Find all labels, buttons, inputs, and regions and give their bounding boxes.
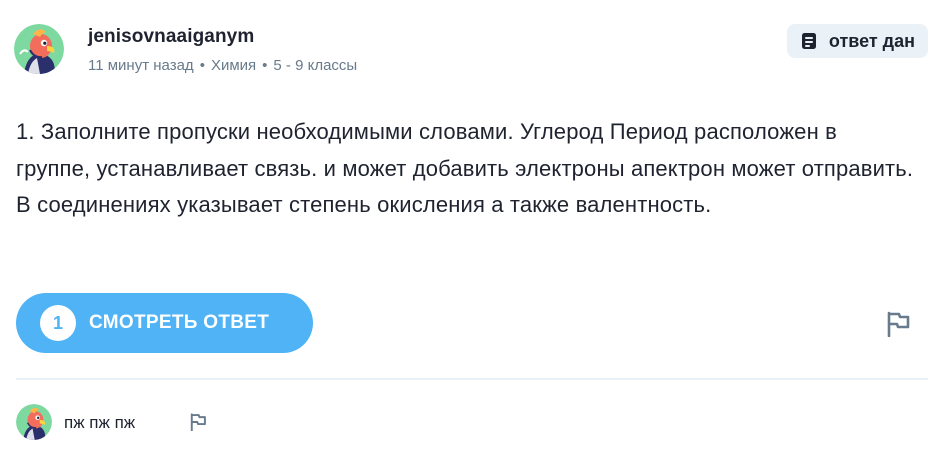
view-answer-button[interactable]: 1 СМОТРЕТЬ ОТВЕТ [16, 293, 313, 353]
flag-icon [887, 311, 910, 338]
comment-text: пж пж пж [64, 413, 136, 432]
question-header: jenisovnaaiganym 11 минут назад • Химия • 5 … [14, 24, 928, 80]
comment-item: пж пж пж [16, 404, 416, 440]
flag-icon [190, 413, 206, 432]
answered-badge: ответ дан [786, 24, 928, 58]
report-comment-button[interactable] [189, 413, 207, 432]
author-avatar[interactable] [14, 24, 64, 74]
divider [16, 378, 928, 380]
question-time: 11 минут назад [88, 57, 194, 74]
author-info: jenisovnaaiganym 11 минут назад • Химия • 5 … [88, 26, 357, 74]
question-subject[interactable]: Химия [211, 57, 256, 74]
question-grade: 5 - 9 классы [273, 57, 358, 74]
meta-separator: • [262, 57, 268, 74]
parrot-avatar-icon [14, 24, 64, 74]
answered-badge-label: ответ дан [828, 30, 915, 51]
document-icon [801, 33, 816, 49]
answer-count-badge: 1 [40, 305, 76, 341]
parrot-avatar-icon [16, 404, 52, 440]
report-question-button[interactable] [885, 311, 911, 338]
view-answer-label: СМОТРЕТЬ ОТВЕТ [89, 312, 270, 333]
meta-separator: • [199, 57, 205, 74]
question-meta: 11 минут назад • Химия • 5 - 9 классы [88, 57, 357, 74]
author-username[interactable]: jenisovnaaiganym [88, 26, 357, 48]
question-text: 1. Заполните пропуски необходимыми слова… [16, 119, 914, 217]
comment-avatar[interactable] [16, 404, 52, 440]
